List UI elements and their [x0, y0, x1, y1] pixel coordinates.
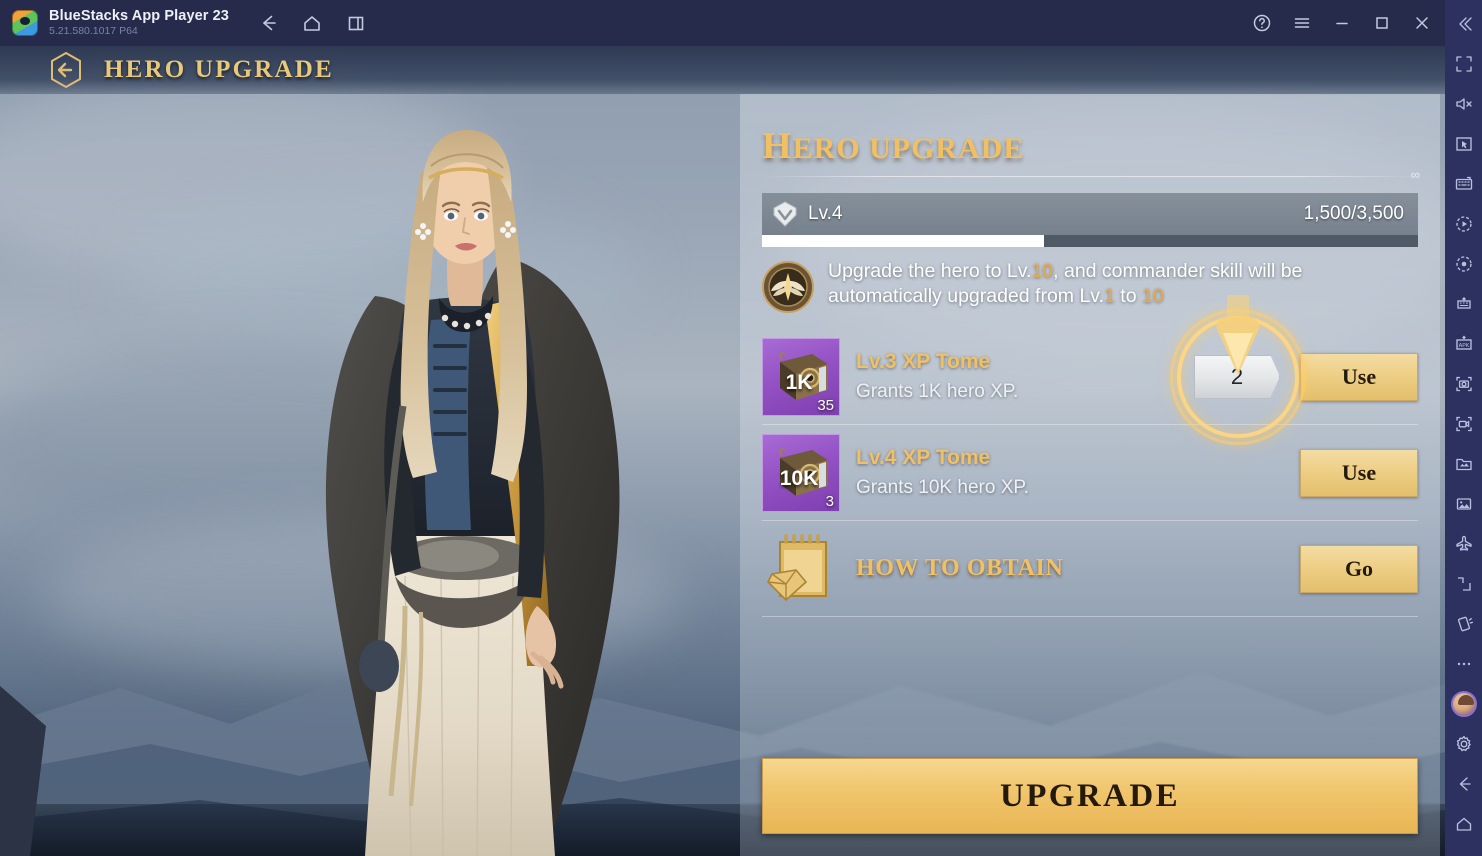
level-progress-block: Lv.4 1,500/3,500	[762, 193, 1418, 247]
panel-title-rest: ERO UPGRADE	[792, 132, 1025, 165]
use-button-label: Use	[1341, 363, 1377, 389]
title-bar: BlueStacks App Player 23 5.21.580.1017 P…	[0, 0, 1445, 46]
item-xp-label: 10K	[779, 466, 819, 490]
item-slot[interactable]: 1K 35	[762, 337, 840, 416]
hint-part-1: Upgrade the hero to Lv.	[828, 260, 1032, 282]
bluestacks-logo	[12, 10, 38, 36]
screen-record-icon[interactable]	[1445, 404, 1482, 444]
minimize-icon[interactable]	[1323, 3, 1361, 43]
quantity-value: 2	[1230, 363, 1244, 389]
screenshot-icon[interactable]	[1445, 364, 1482, 404]
app-identity: BlueStacks App Player 23 5.21.580.1017 P…	[49, 7, 229, 38]
mute-icon[interactable]	[1445, 84, 1482, 124]
help-icon[interactable]	[1243, 3, 1281, 43]
item-row: 1K 35 Lv.3 XP Tome Grants 1K hero XP. 2 …	[762, 295, 1418, 445]
how-to-obtain-label: HOW TO OBTAIN	[856, 555, 1064, 581]
macro-record-icon[interactable]	[1445, 244, 1482, 284]
hint-part-3: to	[1114, 285, 1142, 308]
how-to-obtain-row: HOW TO OBTAIN Go	[762, 521, 1418, 617]
item-name: Lv.4 XP Tome	[856, 446, 991, 469]
item-owned-count: 3	[825, 492, 834, 510]
item-description: Grants 10K hero XP.	[856, 477, 1029, 498]
gallery-icon[interactable]	[1445, 484, 1482, 524]
item-row: 10K 3 Lv.4 XP Tome Grants 10K hero XP. U…	[762, 425, 1418, 521]
xp-count-label: 1,500/3,500	[1303, 203, 1404, 224]
use-button[interactable]: Use	[1300, 352, 1418, 401]
game-viewport: HERO UPGRADE HERO UPGRADE Lv.4 1,500/3,5…	[0, 46, 1445, 856]
hero-upgrade-panel: HERO UPGRADE Lv.4 1,500/3,500	[740, 94, 1440, 856]
maximize-icon[interactable]	[1363, 3, 1401, 43]
svg-text:APK: APK	[1458, 343, 1469, 349]
home-icon[interactable]	[1445, 804, 1482, 844]
settings-gear-icon[interactable]	[1445, 724, 1482, 764]
more-options-icon[interactable]	[1445, 644, 1482, 684]
close-icon[interactable]	[1403, 3, 1441, 43]
title-divider	[762, 167, 1420, 182]
item-owned-count: 35	[817, 396, 834, 414]
go-button[interactable]: Go	[1300, 544, 1418, 593]
recents-icon[interactable]	[1445, 844, 1482, 856]
item-xp-label: 1K	[785, 370, 813, 394]
bluestacks-sidebar: APK	[1445, 0, 1482, 856]
item-info: Lv.4 XP Tome Grants 10K hero XP.	[856, 446, 1029, 499]
fullscreen-icon[interactable]	[1445, 44, 1482, 84]
go-button-label: Go	[1344, 555, 1374, 581]
collapse-sidebar-icon[interactable]	[1445, 4, 1482, 44]
gem-level-icon	[773, 201, 797, 227]
use-button[interactable]: Use	[1300, 448, 1418, 497]
window-controls	[1243, 3, 1445, 43]
notepad-gem-icon	[767, 533, 827, 601]
shake-icon[interactable]	[1445, 604, 1482, 644]
back-arrow-hex-icon[interactable]	[44, 48, 88, 92]
hint-highlight-3: 10	[1142, 285, 1164, 308]
level-bar-header: Lv.4 1,500/3,500	[762, 193, 1418, 235]
multi-instance-icon[interactable]	[341, 8, 371, 38]
upgrade-button[interactable]: UPGRADE	[762, 758, 1418, 834]
upgrade-hint-text: Upgrade the hero to Lv.10, and commander…	[828, 259, 1388, 310]
use-button-label: Use	[1341, 459, 1377, 485]
keyboard-controls-icon[interactable]	[1445, 164, 1482, 204]
hint-highlight-2: 1	[1104, 285, 1115, 308]
back-icon[interactable]	[1445, 764, 1482, 804]
item-slot[interactable]: 10K 3	[762, 433, 840, 512]
panel-title-initial: H	[762, 125, 793, 167]
commander-emblem-icon	[762, 261, 814, 313]
hero-level-label: Lv.4	[808, 203, 843, 224]
hint-highlight-1: 10	[1031, 260, 1054, 282]
avatar[interactable]	[1445, 684, 1482, 724]
xp-progress-fill	[762, 235, 1045, 247]
app-version: 5.21.580.1017 P64	[49, 25, 138, 38]
background-left-rock	[0, 686, 46, 856]
titlebar-nav-group	[253, 8, 371, 38]
item-info: Lv.3 XP Tome Grants 1K hero XP.	[856, 350, 1018, 403]
panel-title: HERO UPGRADE	[762, 124, 1440, 168]
app-title: BlueStacks App Player 23	[49, 7, 229, 24]
rotate-screen-icon[interactable]	[1445, 564, 1482, 604]
xp-progress-bar	[762, 235, 1418, 247]
cursor-frame-icon[interactable]	[1445, 124, 1482, 164]
upgrade-button-label: UPGRADE	[1000, 777, 1180, 814]
install-apk-icon[interactable]: APK	[1445, 324, 1482, 364]
avatar-image	[1450, 691, 1477, 717]
eco-mode-icon[interactable]	[1445, 284, 1482, 324]
item-list: 1K 35 Lv.3 XP Tome Grants 1K hero XP. 2 …	[762, 295, 1418, 617]
upgrade-hint-row: Upgrade the hero to Lv.10, and commander…	[762, 259, 1418, 321]
media-manager-icon[interactable]	[1445, 444, 1482, 484]
menu-icon[interactable]	[1283, 3, 1321, 43]
bluestacks-window: BlueStacks App Player 23 5.21.580.1017 P…	[0, 0, 1482, 856]
item-description: Grants 1K hero XP.	[856, 381, 1019, 402]
back-icon[interactable]	[253, 8, 283, 38]
quantity-selector[interactable]: 2	[1194, 355, 1280, 399]
page-title: HERO UPGRADE	[104, 56, 334, 83]
home-icon[interactable]	[297, 8, 327, 38]
airplane-mode-icon[interactable]	[1445, 524, 1482, 564]
item-name: Lv.3 XP Tome	[856, 350, 991, 373]
hero-character	[325, 130, 620, 856]
screen-header: HERO UPGRADE	[0, 46, 1445, 94]
macro-play-icon[interactable]	[1445, 204, 1482, 244]
